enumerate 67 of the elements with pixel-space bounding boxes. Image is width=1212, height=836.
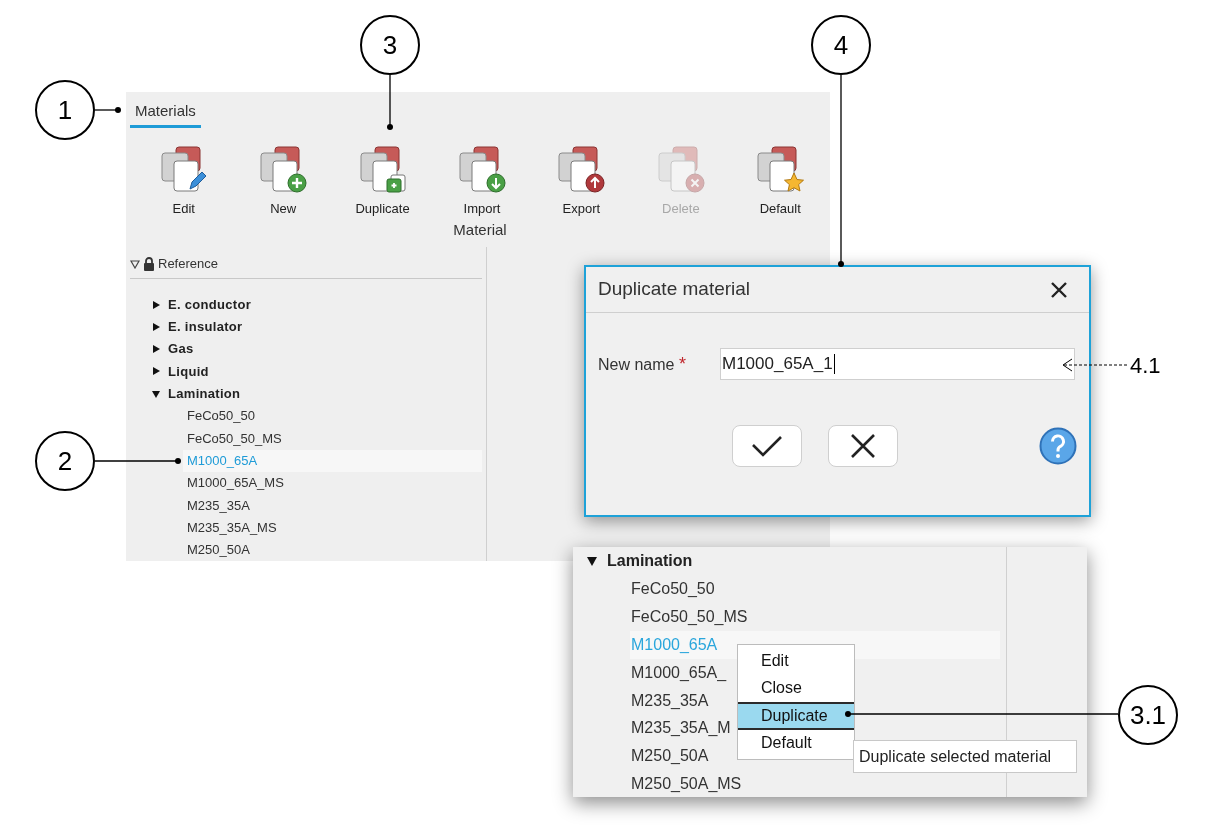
leader-line	[387, 74, 393, 130]
materials-tab[interactable]: Materials	[130, 98, 201, 128]
tree-item[interactable]: M1000_65A_MS	[183, 471, 482, 495]
toolbar-button[interactable]: Export	[531, 145, 632, 219]
material-icon	[358, 145, 407, 194]
expand-caret-icon[interactable]	[587, 556, 597, 566]
tree-item[interactable]: FeCo50_50_MS	[631, 604, 748, 629]
field-label: New name *	[598, 352, 687, 376]
name-input-field[interactable]: M1000_65A_1	[720, 348, 1075, 380]
callout-marker: 1	[35, 80, 95, 140]
tree-item[interactable]: E. conductor	[168, 294, 252, 315]
menu-item[interactable]: Duplicate	[738, 702, 854, 730]
toolbar-button[interactable]: New	[233, 145, 333, 219]
tree-item[interactable]: FeCo50_50_MS	[183, 427, 482, 450]
checkmark-icon	[751, 434, 783, 458]
expand-caret-icon[interactable]	[152, 322, 160, 331]
callout-marker: 2	[35, 431, 95, 491]
tree-item[interactable]: M1000_65A_	[631, 660, 727, 685]
tooltip: Duplicate selected material	[853, 740, 1077, 773]
tree-item[interactable]: M235_35A_M	[631, 716, 731, 741]
menu-item[interactable]: Close	[738, 674, 854, 702]
tree-item[interactable]: Gas	[168, 339, 194, 359]
callout-marker: 3.1	[1118, 685, 1178, 745]
tree-item[interactable]: Liquid	[168, 361, 209, 382]
toolbar-button[interactable]: Duplicate	[332, 145, 433, 219]
tree-item[interactable]: M235_35A_MS	[183, 516, 482, 539]
confirm-button[interactable]	[732, 425, 802, 467]
tree-item[interactable]: M235_35A	[183, 494, 482, 517]
tree-header: Reference	[158, 255, 218, 274]
leader-line	[1062, 358, 1128, 372]
material-icon	[656, 145, 705, 194]
tree-item[interactable]: E. insulator	[168, 317, 243, 337]
leader-line	[94, 107, 121, 113]
tree-item[interactable]: M250_50A_MS	[631, 772, 742, 797]
group-label: Material	[453, 219, 507, 240]
expand-caret-icon[interactable]	[152, 345, 160, 354]
expand-caret-icon[interactable]	[152, 389, 160, 398]
tree-item[interactable]: FeCo50_50	[183, 404, 482, 428]
tree-item[interactable]: M250_50A	[631, 744, 709, 769]
cross-icon	[850, 433, 876, 459]
tree-item[interactable]: Lamination	[607, 549, 693, 573]
material-icon	[457, 145, 506, 194]
expand-caret-icon[interactable]	[130, 258, 140, 269]
dialog-title: Duplicate material	[598, 277, 751, 302]
material-icon	[557, 145, 606, 194]
callout-label: 4.1	[1130, 352, 1161, 380]
tree-item[interactable]: Lamination	[168, 384, 241, 404]
menu-item[interactable]: Default	[738, 729, 854, 757]
tree-item[interactable]: M235_35A	[631, 688, 709, 713]
menu-item[interactable]: Edit	[738, 647, 854, 675]
tree-item[interactable]: FeCo50_50	[631, 576, 715, 601]
callout-marker: 3	[360, 15, 420, 75]
toolbar-button[interactable]: Import	[432, 145, 532, 219]
expand-caret-icon[interactable]	[152, 300, 160, 309]
material-icon	[756, 145, 805, 194]
material-icon	[159, 145, 208, 194]
lock-icon	[143, 256, 155, 271]
material-icon	[259, 145, 308, 194]
help-icon[interactable]	[1039, 427, 1077, 465]
expand-caret-icon[interactable]	[152, 367, 160, 376]
toolbar-button[interactable]: Default	[730, 145, 830, 219]
required-mark: *	[678, 353, 686, 374]
close-icon[interactable]	[1049, 279, 1069, 300]
tree-item[interactable]: M250_50A	[183, 538, 482, 561]
cancel-button[interactable]	[828, 425, 898, 467]
toolbar-button[interactable]: Edit	[134, 145, 234, 219]
callout-marker: 4	[811, 15, 871, 75]
